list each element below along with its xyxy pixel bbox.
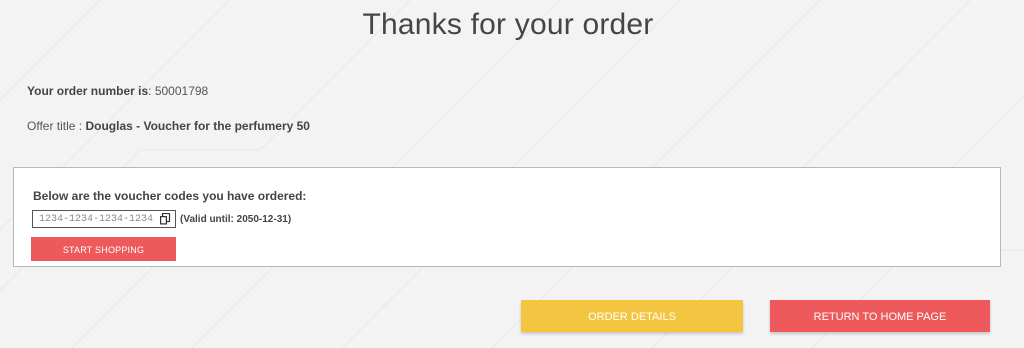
- copy-icon[interactable]: [159, 213, 171, 225]
- offer-title-value: Douglas - Voucher for the perfumery 50: [85, 119, 310, 133]
- return-home-button[interactable]: RETURN TO HOME PAGE: [770, 300, 990, 332]
- order-number-value: 50001798: [154, 84, 209, 98]
- offer-title-label: Offer title :: [27, 119, 83, 133]
- voucher-valid-until: (Valid until: 2050-12-31): [180, 214, 292, 225]
- order-number-separator: :: [148, 84, 152, 98]
- voucher-code-input[interactable]: [33, 211, 157, 227]
- page-title: Thanks for your order: [362, 8, 654, 41]
- order-details-button[interactable]: ORDER DETAILS: [521, 300, 743, 332]
- start-shopping-button[interactable]: START SHOPPING: [31, 237, 176, 261]
- order-number-label: Your order number is: [27, 84, 149, 98]
- voucher-code-field: [32, 210, 176, 228]
- voucher-codes-heading: Below are the voucher codes you have ord…: [33, 189, 307, 203]
- voucher-codes-panel: Below are the voucher codes you have ord…: [13, 167, 1001, 267]
- offer-title-line: Offer title : Douglas - Voucher for the …: [27, 119, 310, 133]
- order-number-line: Your order number is: 50001798: [27, 84, 208, 98]
